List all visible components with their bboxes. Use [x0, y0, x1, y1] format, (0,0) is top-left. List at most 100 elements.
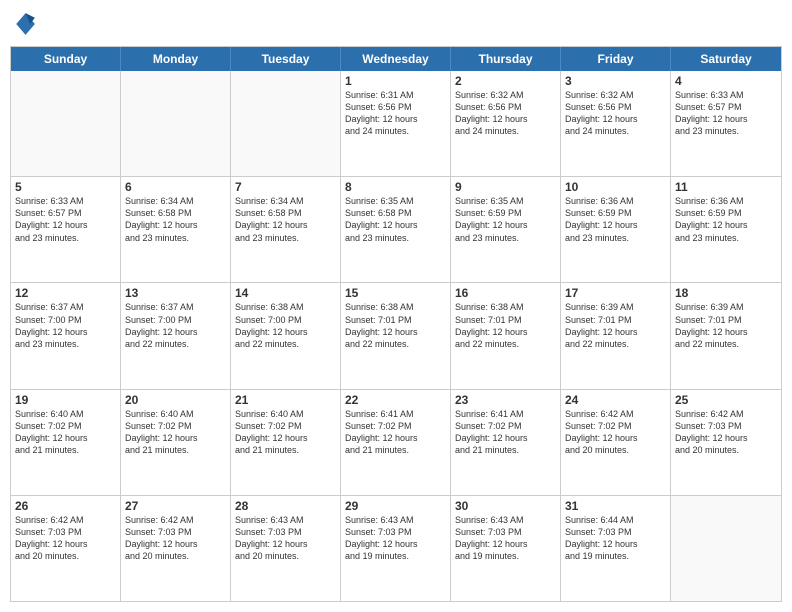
day-cell-31: 31Sunrise: 6:44 AM Sunset: 7:03 PM Dayli… — [561, 496, 671, 601]
day-cell-10: 10Sunrise: 6:36 AM Sunset: 6:59 PM Dayli… — [561, 177, 671, 282]
day-info: Sunrise: 6:33 AM Sunset: 6:57 PM Dayligh… — [15, 195, 116, 244]
day-info: Sunrise: 6:35 AM Sunset: 6:59 PM Dayligh… — [455, 195, 556, 244]
weekday-header-thursday: Thursday — [451, 47, 561, 71]
day-number: 31 — [565, 499, 666, 513]
day-cell-7: 7Sunrise: 6:34 AM Sunset: 6:58 PM Daylig… — [231, 177, 341, 282]
day-info: Sunrise: 6:39 AM Sunset: 7:01 PM Dayligh… — [675, 301, 777, 350]
day-number: 3 — [565, 74, 666, 88]
day-number: 8 — [345, 180, 446, 194]
day-number: 4 — [675, 74, 777, 88]
day-info: Sunrise: 6:40 AM Sunset: 7:02 PM Dayligh… — [15, 408, 116, 457]
day-cell-2: 2Sunrise: 6:32 AM Sunset: 6:56 PM Daylig… — [451, 71, 561, 176]
calendar-row-1: 5Sunrise: 6:33 AM Sunset: 6:57 PM Daylig… — [11, 177, 781, 283]
day-cell-28: 28Sunrise: 6:43 AM Sunset: 7:03 PM Dayli… — [231, 496, 341, 601]
day-number: 28 — [235, 499, 336, 513]
day-info: Sunrise: 6:40 AM Sunset: 7:02 PM Dayligh… — [125, 408, 226, 457]
day-number: 24 — [565, 393, 666, 407]
day-cell-27: 27Sunrise: 6:42 AM Sunset: 7:03 PM Dayli… — [121, 496, 231, 601]
weekday-header-sunday: Sunday — [11, 47, 121, 71]
day-info: Sunrise: 6:33 AM Sunset: 6:57 PM Dayligh… — [675, 89, 777, 138]
day-info: Sunrise: 6:37 AM Sunset: 7:00 PM Dayligh… — [15, 301, 116, 350]
empty-cell-0-0 — [11, 71, 121, 176]
day-cell-26: 26Sunrise: 6:42 AM Sunset: 7:03 PM Dayli… — [11, 496, 121, 601]
day-number: 5 — [15, 180, 116, 194]
day-cell-15: 15Sunrise: 6:38 AM Sunset: 7:01 PM Dayli… — [341, 283, 451, 388]
weekday-header-friday: Friday — [561, 47, 671, 71]
day-cell-8: 8Sunrise: 6:35 AM Sunset: 6:58 PM Daylig… — [341, 177, 451, 282]
day-number: 6 — [125, 180, 226, 194]
day-info: Sunrise: 6:43 AM Sunset: 7:03 PM Dayligh… — [345, 514, 446, 563]
calendar-row-0: 1Sunrise: 6:31 AM Sunset: 6:56 PM Daylig… — [11, 71, 781, 177]
day-info: Sunrise: 6:42 AM Sunset: 7:02 PM Dayligh… — [565, 408, 666, 457]
day-info: Sunrise: 6:38 AM Sunset: 7:00 PM Dayligh… — [235, 301, 336, 350]
day-number: 2 — [455, 74, 556, 88]
day-info: Sunrise: 6:34 AM Sunset: 6:58 PM Dayligh… — [235, 195, 336, 244]
logo — [10, 10, 42, 38]
calendar-header: SundayMondayTuesdayWednesdayThursdayFrid… — [11, 47, 781, 71]
day-number: 27 — [125, 499, 226, 513]
weekday-header-tuesday: Tuesday — [231, 47, 341, 71]
day-cell-11: 11Sunrise: 6:36 AM Sunset: 6:59 PM Dayli… — [671, 177, 781, 282]
day-number: 13 — [125, 286, 226, 300]
day-cell-16: 16Sunrise: 6:38 AM Sunset: 7:01 PM Dayli… — [451, 283, 561, 388]
day-number: 29 — [345, 499, 446, 513]
day-info: Sunrise: 6:36 AM Sunset: 6:59 PM Dayligh… — [675, 195, 777, 244]
day-cell-19: 19Sunrise: 6:40 AM Sunset: 7:02 PM Dayli… — [11, 390, 121, 495]
day-info: Sunrise: 6:35 AM Sunset: 6:58 PM Dayligh… — [345, 195, 446, 244]
calendar: SundayMondayTuesdayWednesdayThursdayFrid… — [10, 46, 782, 602]
day-cell-18: 18Sunrise: 6:39 AM Sunset: 7:01 PM Dayli… — [671, 283, 781, 388]
empty-cell-4-6 — [671, 496, 781, 601]
day-info: Sunrise: 6:34 AM Sunset: 6:58 PM Dayligh… — [125, 195, 226, 244]
day-info: Sunrise: 6:42 AM Sunset: 7:03 PM Dayligh… — [125, 514, 226, 563]
day-number: 18 — [675, 286, 777, 300]
day-number: 25 — [675, 393, 777, 407]
day-number: 9 — [455, 180, 556, 194]
day-info: Sunrise: 6:44 AM Sunset: 7:03 PM Dayligh… — [565, 514, 666, 563]
day-info: Sunrise: 6:36 AM Sunset: 6:59 PM Dayligh… — [565, 195, 666, 244]
day-cell-22: 22Sunrise: 6:41 AM Sunset: 7:02 PM Dayli… — [341, 390, 451, 495]
day-number: 20 — [125, 393, 226, 407]
calendar-body: 1Sunrise: 6:31 AM Sunset: 6:56 PM Daylig… — [11, 71, 781, 601]
day-number: 16 — [455, 286, 556, 300]
day-number: 21 — [235, 393, 336, 407]
day-info: Sunrise: 6:37 AM Sunset: 7:00 PM Dayligh… — [125, 301, 226, 350]
day-cell-20: 20Sunrise: 6:40 AM Sunset: 7:02 PM Dayli… — [121, 390, 231, 495]
day-number: 14 — [235, 286, 336, 300]
day-cell-25: 25Sunrise: 6:42 AM Sunset: 7:03 PM Dayli… — [671, 390, 781, 495]
day-info: Sunrise: 6:41 AM Sunset: 7:02 PM Dayligh… — [455, 408, 556, 457]
day-info: Sunrise: 6:41 AM Sunset: 7:02 PM Dayligh… — [345, 408, 446, 457]
day-info: Sunrise: 6:42 AM Sunset: 7:03 PM Dayligh… — [15, 514, 116, 563]
day-cell-30: 30Sunrise: 6:43 AM Sunset: 7:03 PM Dayli… — [451, 496, 561, 601]
day-cell-29: 29Sunrise: 6:43 AM Sunset: 7:03 PM Dayli… — [341, 496, 451, 601]
empty-cell-0-1 — [121, 71, 231, 176]
header — [10, 10, 782, 38]
weekday-header-saturday: Saturday — [671, 47, 781, 71]
day-number: 10 — [565, 180, 666, 194]
day-cell-21: 21Sunrise: 6:40 AM Sunset: 7:02 PM Dayli… — [231, 390, 341, 495]
logo-icon — [10, 10, 38, 38]
day-cell-12: 12Sunrise: 6:37 AM Sunset: 7:00 PM Dayli… — [11, 283, 121, 388]
calendar-row-4: 26Sunrise: 6:42 AM Sunset: 7:03 PM Dayli… — [11, 496, 781, 601]
calendar-row-3: 19Sunrise: 6:40 AM Sunset: 7:02 PM Dayli… — [11, 390, 781, 496]
day-number: 23 — [455, 393, 556, 407]
day-number: 17 — [565, 286, 666, 300]
day-info: Sunrise: 6:43 AM Sunset: 7:03 PM Dayligh… — [455, 514, 556, 563]
day-cell-23: 23Sunrise: 6:41 AM Sunset: 7:02 PM Dayli… — [451, 390, 561, 495]
day-number: 7 — [235, 180, 336, 194]
day-cell-14: 14Sunrise: 6:38 AM Sunset: 7:00 PM Dayli… — [231, 283, 341, 388]
day-cell-13: 13Sunrise: 6:37 AM Sunset: 7:00 PM Dayli… — [121, 283, 231, 388]
day-info: Sunrise: 6:43 AM Sunset: 7:03 PM Dayligh… — [235, 514, 336, 563]
day-info: Sunrise: 6:39 AM Sunset: 7:01 PM Dayligh… — [565, 301, 666, 350]
day-info: Sunrise: 6:40 AM Sunset: 7:02 PM Dayligh… — [235, 408, 336, 457]
day-cell-6: 6Sunrise: 6:34 AM Sunset: 6:58 PM Daylig… — [121, 177, 231, 282]
day-info: Sunrise: 6:38 AM Sunset: 7:01 PM Dayligh… — [345, 301, 446, 350]
page: SundayMondayTuesdayWednesdayThursdayFrid… — [0, 0, 792, 612]
day-number: 15 — [345, 286, 446, 300]
day-number: 1 — [345, 74, 446, 88]
day-number: 19 — [15, 393, 116, 407]
day-cell-9: 9Sunrise: 6:35 AM Sunset: 6:59 PM Daylig… — [451, 177, 561, 282]
day-info: Sunrise: 6:32 AM Sunset: 6:56 PM Dayligh… — [455, 89, 556, 138]
weekday-header-wednesday: Wednesday — [341, 47, 451, 71]
empty-cell-0-2 — [231, 71, 341, 176]
day-number: 12 — [15, 286, 116, 300]
